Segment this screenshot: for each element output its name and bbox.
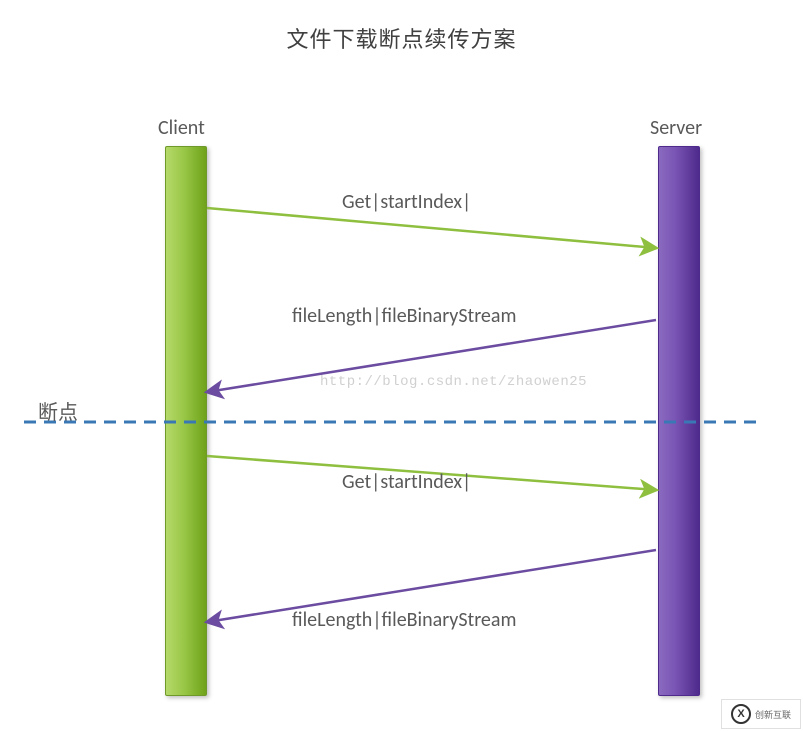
message-4-label: fileLength|fileBinaryStream: [292, 608, 516, 632]
client-lifeline: [165, 146, 207, 696]
logo-text: 创新互联: [755, 708, 791, 721]
breakpoint-label: 断点: [38, 396, 78, 425]
server-lifeline: [658, 146, 700, 696]
logo-icon: X: [731, 704, 751, 724]
actor-server-label: Server: [650, 116, 702, 140]
message-2-label: fileLength|fileBinaryStream: [292, 304, 516, 328]
message-3-label: Get|startIndex|: [342, 470, 471, 494]
message-1-label: Get|startIndex|: [342, 190, 471, 214]
brand-logo: X 创新互联: [721, 699, 801, 729]
actor-client-label: Client: [158, 116, 205, 140]
watermark-text: http://blog.csdn.net/zhaowen25: [320, 374, 587, 390]
diagram-title: 文件下载断点续传方案: [0, 22, 803, 54]
